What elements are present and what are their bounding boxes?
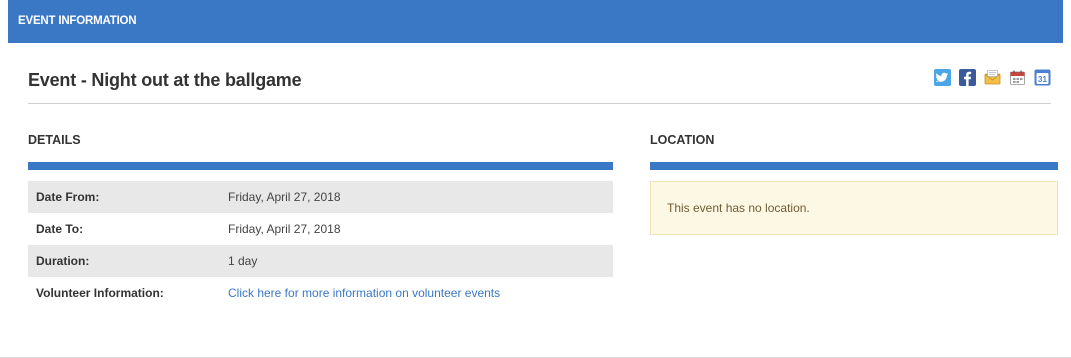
- detail-value: Friday, April 27, 2018: [228, 222, 341, 236]
- detail-label: Duration:: [28, 245, 220, 277]
- event-page: EVENT INFORMATION Event - Night out at t…: [0, 0, 1071, 358]
- event-body: DETAILS Date From: Friday, April 27, 201…: [28, 130, 1058, 310]
- event-title-row: Event - Night out at the ballgame 31: [28, 43, 1051, 104]
- location-section: LOCATION This event has no location.: [650, 130, 1058, 235]
- detail-row-volunteer: Volunteer Information: Click here for mo…: [28, 277, 613, 309]
- email-icon[interactable]: [984, 69, 1001, 86]
- details-divider: [28, 162, 613, 170]
- volunteer-info-link[interactable]: Click here for more information on volun…: [228, 286, 500, 300]
- location-divider: [650, 162, 1058, 170]
- detail-value: 1 day: [220, 245, 613, 277]
- panel-header-title: EVENT INFORMATION: [18, 15, 137, 27]
- twitter-icon[interactable]: [934, 69, 951, 86]
- details-section: DETAILS Date From: Friday, April 27, 201…: [28, 130, 613, 309]
- details-table: Date From: Friday, April 27, 2018 Date T…: [28, 181, 613, 309]
- detail-row-duration: Duration: 1 day: [28, 245, 613, 277]
- share-toolbar: 31: [934, 69, 1051, 86]
- detail-row-date-to: Date To: Friday, April 27, 2018: [28, 213, 613, 245]
- calendar-icon[interactable]: [1009, 69, 1026, 86]
- detail-row-date-from: Date From: Friday, April 27, 2018: [28, 181, 613, 213]
- details-heading: DETAILS: [28, 133, 81, 147]
- location-heading: LOCATION: [650, 133, 715, 147]
- detail-label: Date To:: [36, 222, 84, 236]
- google-calendar-icon[interactable]: 31: [1034, 69, 1051, 86]
- detail-label: Volunteer Information:: [36, 286, 164, 300]
- detail-label: Date From:: [28, 181, 220, 213]
- google-calendar-day: 31: [1038, 75, 1047, 84]
- event-title: Event - Night out at the ballgame: [28, 70, 302, 90]
- detail-value-cell: Click here for more information on volun…: [220, 277, 613, 309]
- no-location-notice: This event has no location.: [650, 181, 1058, 235]
- detail-value: Friday, April 27, 2018: [220, 181, 613, 213]
- facebook-icon[interactable]: [959, 69, 976, 86]
- panel-header: EVENT INFORMATION: [8, 0, 1063, 43]
